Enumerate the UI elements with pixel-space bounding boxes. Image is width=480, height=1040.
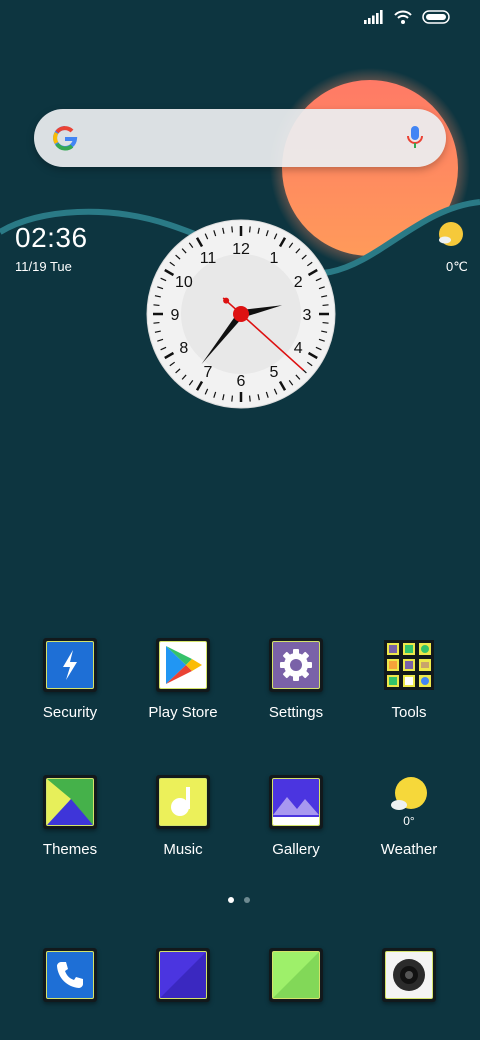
- clock-second-counterweight: [223, 297, 230, 304]
- app-tools-folder[interactable]: Tools: [354, 638, 464, 721]
- app-label: Play Store: [148, 704, 218, 721]
- clock-minute-tick: [153, 304, 160, 307]
- clock-numeral: 10: [175, 274, 193, 291]
- clock-minute-tick: [322, 321, 329, 324]
- gear-icon: [269, 638, 323, 692]
- app-label: Security: [42, 704, 98, 721]
- app-label: Themes: [42, 841, 98, 858]
- clock-numeral: 1: [270, 250, 279, 267]
- browser-icon: [269, 948, 323, 1002]
- clock-numeral: 4: [294, 340, 303, 357]
- app-gallery[interactable]: Gallery: [241, 775, 351, 858]
- clock-minute-tick: [248, 226, 251, 233]
- mic-icon[interactable]: [406, 125, 424, 151]
- app-play-store[interactable]: Play Store: [128, 638, 238, 721]
- battery-icon: [422, 10, 450, 24]
- clock-numeral: 8: [179, 340, 188, 357]
- clock-numeral: 12: [232, 241, 250, 258]
- app-label: Settings: [268, 704, 324, 721]
- clock-numeral: 6: [237, 373, 246, 390]
- play-store-icon: [156, 638, 210, 692]
- dock-messaging[interactable]: [128, 948, 238, 1002]
- clock-numeral: 9: [171, 307, 180, 324]
- clock-numeral: 5: [270, 364, 279, 381]
- clock-numeral: 2: [294, 274, 303, 291]
- app-themes[interactable]: Themes: [15, 775, 125, 858]
- signal-icon: [364, 10, 383, 24]
- digital-clock-date: 11/19 Tue: [15, 259, 72, 274]
- app-label: Weather: [380, 841, 438, 858]
- clock-numeral: 7: [204, 364, 213, 381]
- app-weather[interactable]: 0° Weather: [354, 775, 464, 858]
- clock-numeral: 11: [200, 250, 217, 267]
- security-icon: [43, 638, 97, 692]
- tools-folder-icon: [382, 638, 436, 692]
- app-security[interactable]: Security: [15, 638, 125, 721]
- dock-camera[interactable]: [354, 948, 464, 1002]
- google-search-bar[interactable]: [34, 109, 446, 167]
- page-indicator[interactable]: [228, 897, 250, 903]
- app-music[interactable]: Music: [128, 775, 238, 858]
- phone-icon: [43, 948, 97, 1002]
- status-bar: [364, 10, 452, 24]
- clock-minute-tick: [231, 395, 234, 402]
- digital-clock-time[interactable]: 02:36: [15, 222, 88, 254]
- app-label: Tools: [391, 704, 427, 721]
- messaging-icon: [156, 948, 210, 1002]
- app-label: Music: [163, 841, 203, 858]
- dock-phone[interactable]: [15, 948, 125, 1002]
- sun-weather-icon[interactable]: [436, 220, 466, 250]
- clock-minute-tick: [153, 321, 160, 324]
- clock-minute-tick: [231, 226, 234, 233]
- app-label: Gallery: [272, 841, 320, 858]
- wifi-icon: [394, 10, 412, 24]
- dock-browser[interactable]: [241, 948, 351, 1002]
- page-dot-active[interactable]: [228, 897, 234, 903]
- weather-temperature: 0℃: [446, 259, 468, 274]
- clock-numeral: 3: [303, 307, 312, 324]
- weather-icon: 0°: [382, 775, 436, 829]
- clock-center-hub: [233, 306, 249, 322]
- app-settings[interactable]: Settings: [241, 638, 351, 721]
- google-logo-icon: [53, 126, 78, 151]
- clock-minute-tick: [322, 304, 329, 307]
- page-dot[interactable]: [244, 897, 250, 903]
- gallery-icon: [269, 775, 323, 829]
- weather-app-temp: 0°: [403, 814, 415, 828]
- themes-icon: [43, 775, 97, 829]
- clock-minute-tick: [248, 395, 251, 402]
- analog-clock-widget[interactable]: 121234567891011: [146, 218, 336, 410]
- camera-icon: [382, 948, 436, 1002]
- music-icon: [156, 775, 210, 829]
